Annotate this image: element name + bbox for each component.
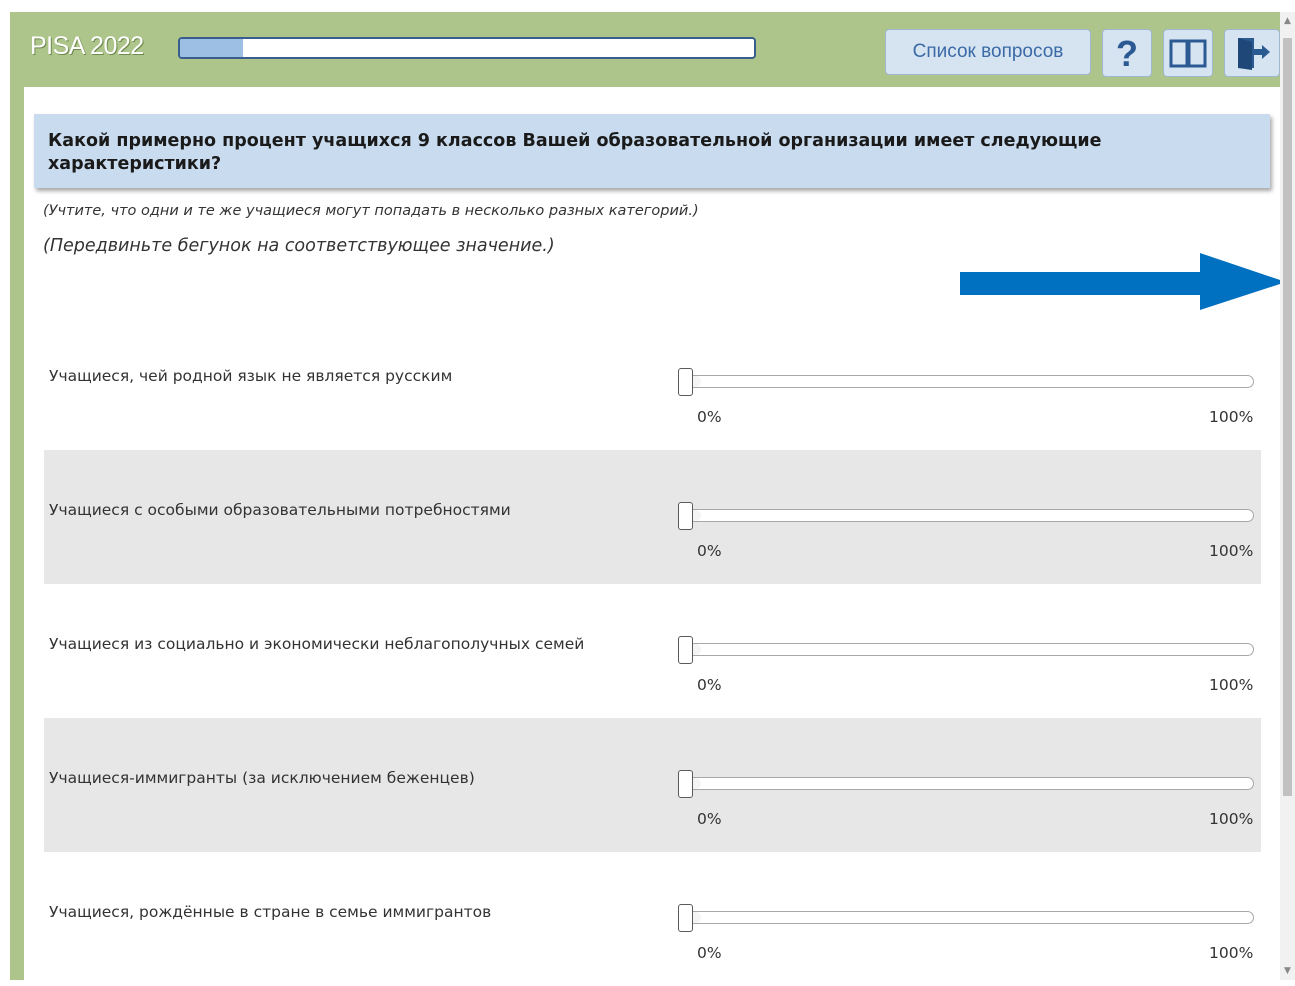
- slider-track[interactable]: [684, 643, 1254, 656]
- left-border: [10, 87, 24, 980]
- slider-min-label: 0%: [697, 408, 722, 426]
- slider-max-label: 100%: [1209, 944, 1254, 962]
- help-button[interactable]: ?: [1102, 29, 1152, 77]
- question-note-categories: (Учтите, что одни и те же учащиеся могут…: [43, 203, 699, 219]
- slider-max-label: 100%: [1209, 408, 1254, 426]
- progress-bar: [178, 37, 756, 59]
- scroll-thumb[interactable]: [1283, 38, 1292, 796]
- slider-thumb[interactable]: [678, 368, 693, 396]
- slider-max-label: 100%: [1209, 810, 1254, 828]
- svg-text:?: ?: [1116, 34, 1138, 72]
- question-title: Какой примерно процент учащихся 9 классо…: [48, 131, 1102, 174]
- slider-thumb[interactable]: [678, 904, 693, 932]
- slider-thumb[interactable]: [678, 770, 693, 798]
- slider-row: Учащиеся из социально и экономически неб…: [44, 584, 1261, 718]
- slider-thumb[interactable]: [678, 502, 693, 530]
- slider-label: Учащиеся из социально и экономически неб…: [49, 635, 585, 653]
- slider-min-label: 0%: [697, 944, 722, 962]
- header-bar: PISA 2022 Список вопросов ?: [10, 12, 1280, 87]
- question-note-instructions: (Передвиньте бегунок на соответствующее …: [43, 236, 555, 256]
- slider-row: Учащиеся, чей родной язык не является ру…: [44, 316, 1261, 450]
- slider-label: Учащиеся, чей родной язык не является ру…: [49, 367, 453, 385]
- progress-fill: [180, 39, 244, 57]
- slider-row: Учащиеся с особыми образовательными потр…: [44, 450, 1261, 584]
- survey-window: PISA 2022 Список вопросов ? Какой пример…: [0, 0, 1295, 980]
- slider-track[interactable]: [684, 911, 1254, 924]
- slider-label: Учащиеся с особыми образовательными потр…: [49, 501, 511, 519]
- question-list-button[interactable]: Список вопросов: [885, 29, 1091, 75]
- slider-max-label: 100%: [1209, 676, 1254, 694]
- question-box: Какой примерно процент учащихся 9 классо…: [34, 114, 1270, 188]
- scroll-up-icon[interactable]: ▲: [1280, 14, 1295, 28]
- exit-button[interactable]: [1224, 29, 1280, 77]
- slider-row: Учащиеся-иммигранты (за исключением беже…: [44, 718, 1261, 852]
- brand-title: PISA 2022: [30, 32, 144, 60]
- vertical-scrollbar[interactable]: ▲ ▼: [1280, 12, 1295, 980]
- slider-track[interactable]: [684, 375, 1254, 388]
- slider-track[interactable]: [684, 509, 1254, 522]
- top-strip: [0, 0, 1280, 12]
- book-icon: [1169, 39, 1207, 68]
- slider-min-label: 0%: [697, 676, 722, 694]
- slider-thumb[interactable]: [678, 636, 693, 664]
- scroll-down-icon[interactable]: ▼: [1280, 964, 1295, 978]
- slider-min-label: 0%: [697, 810, 722, 828]
- book-button[interactable]: [1163, 29, 1213, 77]
- right-arrow-icon: [960, 253, 1286, 310]
- slider-label: Учащиеся-иммигранты (за исключением беже…: [49, 769, 475, 787]
- slider-max-label: 100%: [1209, 542, 1254, 560]
- help-icon: ?: [1116, 34, 1138, 72]
- exit-icon: [1238, 38, 1270, 70]
- slider-label: Учащиеся, рождённые в стране в семье имм…: [49, 903, 492, 921]
- slider-row: Учащиеся, рождённые в стране в семье имм…: [44, 852, 1261, 986]
- slider-track[interactable]: [684, 777, 1254, 790]
- slider-min-label: 0%: [697, 542, 722, 560]
